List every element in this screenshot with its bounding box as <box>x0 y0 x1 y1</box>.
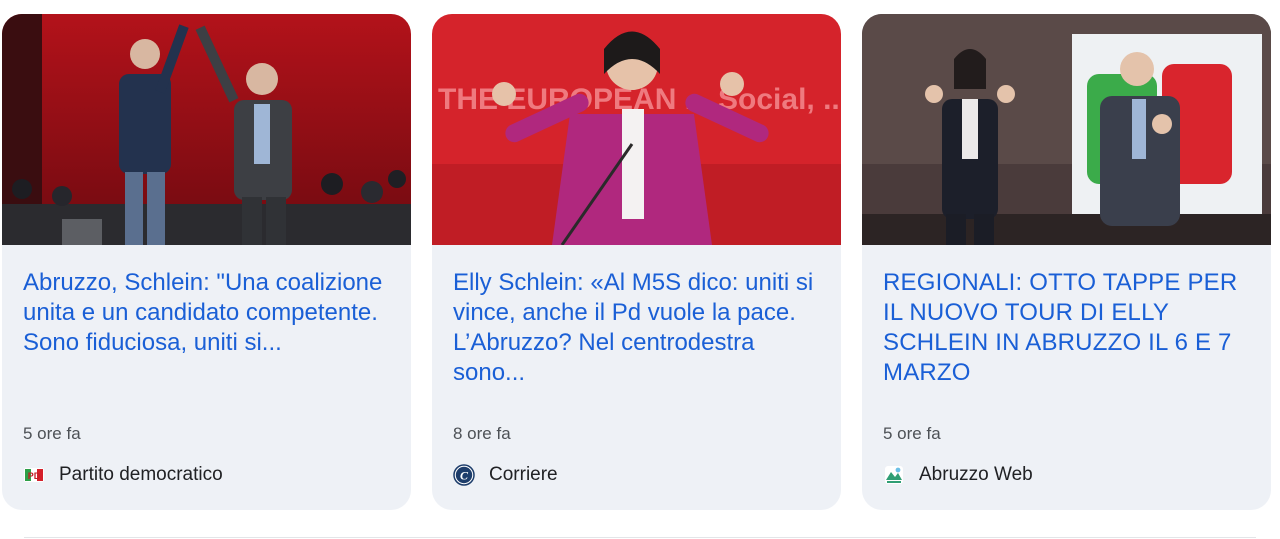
photo-stage-rally <box>2 14 411 245</box>
abruzzoweb-logo-icon <box>883 464 905 486</box>
news-source[interactable]: Abruzzo Web <box>883 463 1033 487</box>
news-thumbnail[interactable] <box>2 14 411 245</box>
pd-logo-icon: PD <box>23 464 45 486</box>
source-name: Abruzzo Web <box>919 464 1033 485</box>
news-thumbnail[interactable] <box>862 14 1271 245</box>
news-headline[interactable]: Abruzzo, Schlein: "Una coalizione unita … <box>23 268 393 358</box>
source-name: Partito democratico <box>59 464 223 485</box>
corriere-logo-icon: C <box>453 464 475 486</box>
svg-text:PD: PD <box>28 471 41 481</box>
photo-stage-applause <box>862 14 1271 245</box>
photo-podium-speech: THE EUROPEAN ... Social, ... Democratic … <box>432 14 841 245</box>
news-card[interactable]: Abruzzo, Schlein: "Una coalizione unita … <box>2 14 411 510</box>
source-name: Corriere <box>489 464 558 485</box>
news-headline[interactable]: Elly Schlein: «Al M5S dico: uniti si vin… <box>453 268 823 388</box>
news-card[interactable]: THE EUROPEAN ... Social, ... Democratic … <box>432 14 841 510</box>
news-age: 5 ore fa <box>23 424 81 443</box>
news-source[interactable]: PD Partito democratico <box>23 463 223 487</box>
news-thumbnail[interactable]: THE EUROPEAN ... Social, ... Democratic … <box>432 14 841 245</box>
news-headline[interactable]: REGIONALI: OTTO TAPPE PER IL NUOVO TOUR … <box>883 268 1253 388</box>
news-age: 5 ore fa <box>883 424 941 443</box>
news-age: 8 ore fa <box>453 424 511 443</box>
news-carousel: Abruzzo, Schlein: "Una coalizione unita … <box>0 0 1280 539</box>
section-divider <box>24 537 1256 538</box>
news-card[interactable]: REGIONALI: OTTO TAPPE PER IL NUOVO TOUR … <box>862 14 1271 510</box>
news-source[interactable]: C Corriere <box>453 463 558 487</box>
svg-text:C: C <box>460 469 469 483</box>
